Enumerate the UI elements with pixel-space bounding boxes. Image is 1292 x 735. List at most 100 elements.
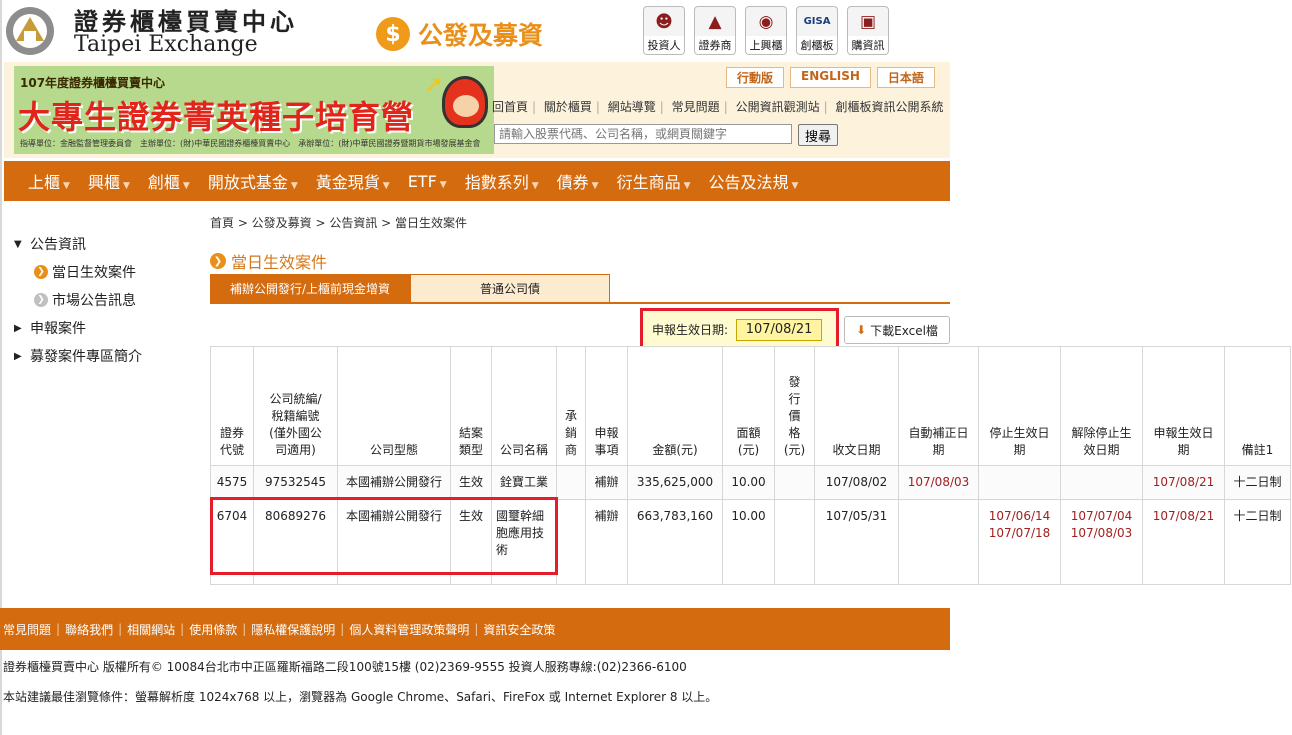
col-header-code: 證券 代號 <box>210 346 254 466</box>
sidebar-group-announcements[interactable]: ▼ 公告資訊 <box>14 230 194 258</box>
nav-item-bonds[interactable]: 債券 ▼ <box>557 169 599 193</box>
triangle-right-icon: ▶ <box>14 350 22 362</box>
gisa-icon: GISA <box>796 6 838 36</box>
cell-auto-correction-date: 107/08/03 <box>898 465 979 500</box>
quick-link-home[interactable]: 回首頁 <box>492 100 528 114</box>
breadcrumb[interactable]: 首頁 > 公發及募資 > 公告資訊 > 當日生效案件 <box>210 214 467 231</box>
nav-item-rules[interactable]: 公告及法規 ▼ <box>709 169 799 193</box>
top-icon-investor[interactable]: ☻ 投資人 <box>642 6 686 55</box>
effective-date-filter: 申報生效日期: <box>640 308 839 351</box>
sidebar-group-filings[interactable]: ▶ 申報案件 <box>14 314 194 342</box>
triangle-right-icon: ▶ <box>14 322 22 334</box>
lang-mobile-button[interactable]: 行動版 <box>726 67 785 88</box>
nav-item-listed[interactable]: 上櫃 ▼ <box>28 169 70 193</box>
top-icon-listing[interactable]: ◉ 上興櫃 <box>744 6 788 55</box>
col-header-suspension-date: 停止生效日 期 <box>978 346 1061 466</box>
effective-date-input[interactable] <box>736 318 823 341</box>
col-header-tax-id: 公司統編/ 稅籍編號 (僅外國公 司適用) <box>253 346 338 466</box>
cell-amount: 663,783,160 <box>627 499 723 585</box>
table-row: 4575 97532545 本國補辦公開發行 生效 銓寶工業 補辦 335,62… <box>210 465 1291 500</box>
col-header-case-type: 結案 類型 <box>450 346 492 466</box>
search-button[interactable]: 搜尋 <box>798 124 839 146</box>
caret-down-icon: ▼ <box>382 181 390 191</box>
sidebar-group-fundraising-intro[interactable]: ▶ 募發案件專區簡介 <box>14 342 194 370</box>
section-title: $ 公發及募資 <box>376 16 543 52</box>
nav-item-index[interactable]: 指數系列 ▼ <box>465 169 539 193</box>
footer-link-security[interactable]: 資訊安全政策 <box>483 621 555 638</box>
cell-code: 4575 <box>210 465 254 500</box>
tab-corporate-bonds[interactable]: 普通公司債 <box>410 274 610 302</box>
quick-link-mops[interactable]: 公開資訊觀測站 <box>736 100 820 114</box>
footer-link-privacy[interactable]: 隱私權保護說明 <box>251 621 335 638</box>
chevron-right-icon: ❯ <box>210 253 226 269</box>
col-header-filing-item: 申報 事項 <box>585 346 628 466</box>
logo-english-name[interactable]: Taipei Exchange <box>74 32 258 57</box>
cell-filing-item: 補辦 <box>585 465 628 500</box>
caret-down-icon: ▼ <box>591 181 599 191</box>
top-icon-label: 投資人 <box>643 36 685 55</box>
sidebar-item-today-effective[interactable]: ❯ 當日生效案件 <box>14 258 194 286</box>
col-header-lift-suspension-date: 解除停止生 效日期 <box>1060 346 1143 466</box>
nav-item-gold[interactable]: 黃金現貨 ▼ <box>316 169 390 193</box>
globe-icon: ◉ <box>745 6 787 36</box>
banner-line3: 指導單位：金融監督管理委員會 主辦單位：(財)中華民國證券櫃檯買賣中心 承辦單位… <box>20 139 481 148</box>
search-input[interactable] <box>494 124 792 144</box>
cell-lift-suspension-date <box>1060 465 1143 500</box>
top-icon-label: 上興櫃 <box>745 36 787 55</box>
cell-amount: 335,625,000 <box>627 465 723 500</box>
footer-link-contact[interactable]: 聯絡我們 <box>65 621 113 638</box>
page-title-text: 當日生效案件 <box>231 253 328 272</box>
page-title: ❯ 當日生效案件 <box>210 249 327 273</box>
col-header-effective-date: 申報生效日 期 <box>1142 346 1225 466</box>
site-header: 證券櫃檯買賣中心 Taipei Exchange $ 公發及募資 ☻ 投資人 ▲… <box>0 0 950 60</box>
top-icon-shop[interactable]: ▣ 購資訊 <box>846 6 890 55</box>
top-icon-label: 創櫃板 <box>796 36 838 55</box>
lang-japanese-button[interactable]: 日本語 <box>876 67 935 88</box>
nav-item-emerging[interactable]: 興櫃 ▼ <box>88 169 130 193</box>
browser-requirements-text: 本站建議最佳瀏覽條件：螢幕解析度 1024x768 以上，瀏覽器為 Google… <box>3 690 718 704</box>
top-icon-gisa[interactable]: GISA 創櫃板 <box>795 6 839 55</box>
lang-english-button[interactable]: ENGLISH <box>790 67 871 88</box>
quick-link-gisa[interactable]: 創櫃板資訊公開系統 <box>835 100 943 114</box>
caret-down-icon: ▼ <box>439 179 447 190</box>
chevron-right-icon: ❯ <box>34 265 48 279</box>
sidebar-group-label: 募發案件專區簡介 <box>30 349 142 365</box>
cell-effective-date: 107/08/21 <box>1142 499 1225 585</box>
caret-down-icon: ▼ <box>122 181 130 191</box>
quick-link-about[interactable]: 關於櫃買 <box>544 100 592 114</box>
broker-icon: ▲ <box>694 6 736 36</box>
col-header-underwriter: 承 銷 商 <box>556 346 586 466</box>
top-icon-broker[interactable]: ▲ 證券商 <box>693 6 737 55</box>
download-excel-button[interactable]: ⬇ 下載Excel檔 <box>844 316 950 344</box>
banner-band: 107年度證券櫃檯買賣中心 大專生證券菁英種子培育營 指導單位：金融監督管理委員… <box>4 62 950 158</box>
nav-item-derivatives[interactable]: 衍生商品 ▼ <box>617 169 691 193</box>
logo-mark[interactable] <box>4 5 56 57</box>
nav-item-gisa[interactable]: 創櫃 ▼ <box>148 169 190 193</box>
quick-link-sitemap[interactable]: 網站導覽 <box>608 100 656 114</box>
sidebar-group-label: 申報案件 <box>30 321 86 337</box>
dollar-icon: $ <box>376 17 410 51</box>
main-nav: 上櫃 ▼ 興櫃 ▼ 創櫃 ▼ 開放式基金 ▼ 黃金現貨 ▼ ETF ▼ 指數系列 ▼ 債券 ▼ … <box>4 161 950 201</box>
mascot-icon <box>442 76 488 128</box>
nav-item-funds[interactable]: 開放式基金 ▼ <box>208 169 298 193</box>
col-header-amount: 金額(元) <box>627 346 723 466</box>
cell-suspension-date: 107/06/14 107/07/18 <box>978 499 1061 585</box>
nav-item-etf[interactable]: ETF ▼ <box>408 172 447 191</box>
tab-supplementary-offering[interactable]: 補辦公開發行/上櫃前現金增資 <box>210 274 410 302</box>
footer-link-related[interactable]: 相關網站 <box>127 621 175 638</box>
footer-link-personal-data[interactable]: 個人資料管理政策聲明 <box>349 621 469 638</box>
quick-link-faq[interactable]: 常見問題 <box>672 100 720 114</box>
promo-banner[interactable]: 107年度證券櫃檯買賣中心 大專生證券菁英種子培育營 指導單位：金融監督管理委員… <box>14 66 494 154</box>
cell-filing-item: 補辦 <box>585 499 628 585</box>
footer-link-faq[interactable]: 常見問題 <box>3 621 51 638</box>
top-icon-label: 證券商 <box>694 36 736 55</box>
effective-date-label: 申報生效日期: <box>652 323 729 337</box>
top-icon-label: 購資訊 <box>847 36 889 55</box>
sidebar-item-market-notice[interactable]: ❯ 市場公告訊息 <box>14 286 194 314</box>
footer-link-terms[interactable]: 使用條款 <box>189 621 237 638</box>
caret-down-icon: ▼ <box>182 181 190 191</box>
chevron-right-icon: ❯ <box>34 293 48 307</box>
sidebar-item-label: 當日生效案件 <box>52 265 136 281</box>
col-header-received-date: 收文日期 <box>814 346 899 466</box>
download-icon: ⬇ <box>856 323 867 337</box>
